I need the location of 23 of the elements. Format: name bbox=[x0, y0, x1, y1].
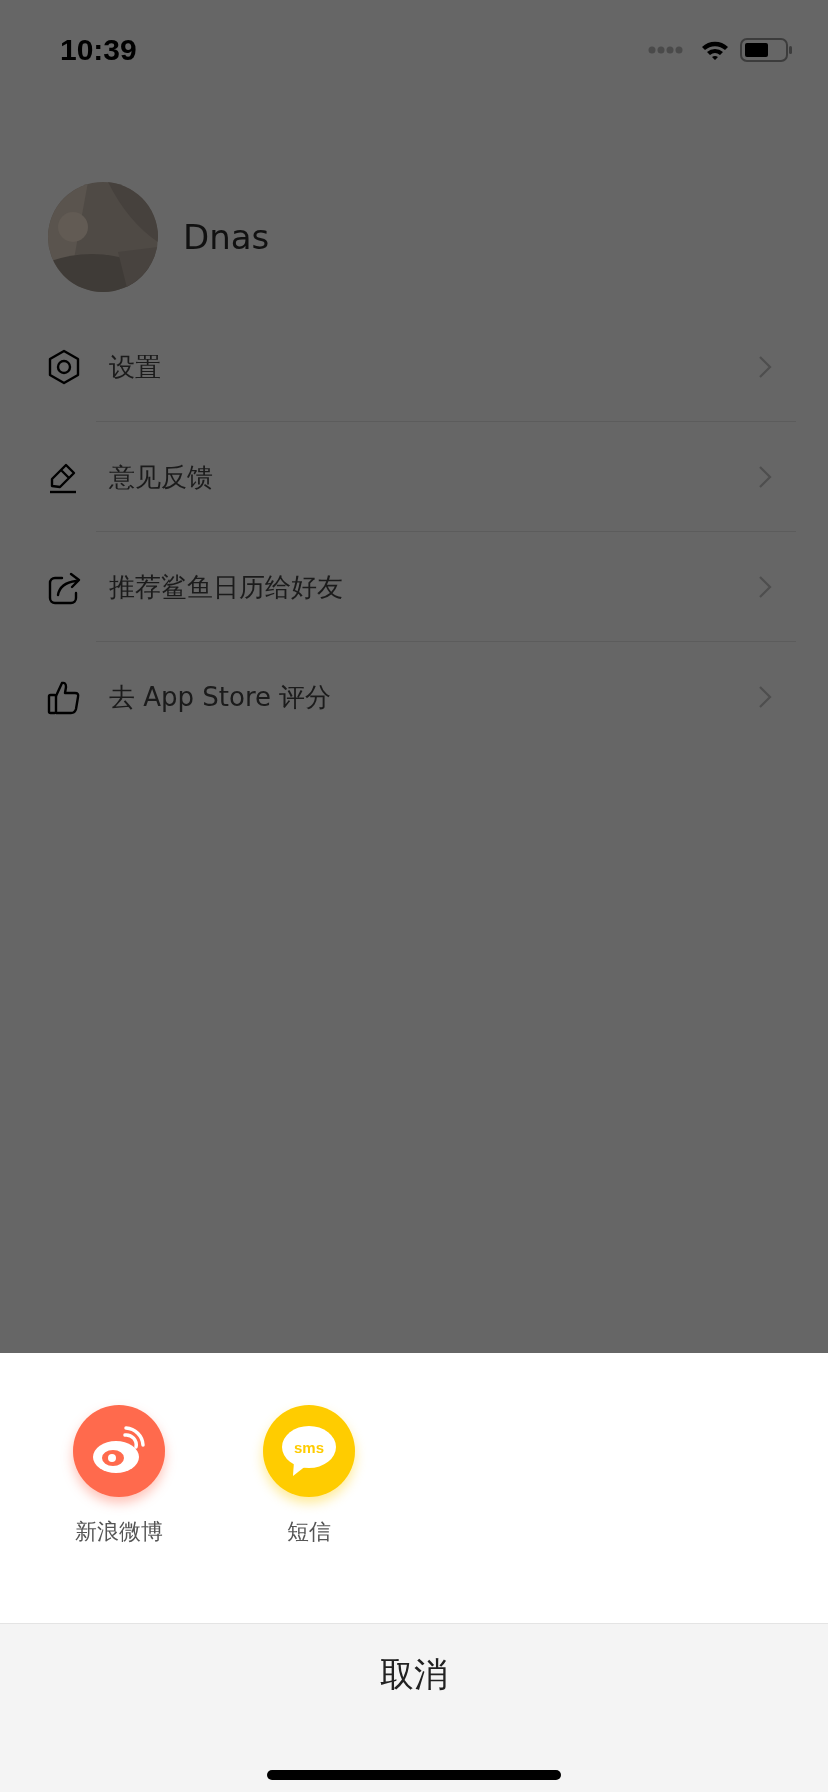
target-label: 新浪微博 bbox=[75, 1518, 163, 1546]
thumbs-up-icon bbox=[46, 679, 82, 715]
settings-icon bbox=[46, 349, 82, 385]
eye-swirl-icon bbox=[93, 1426, 145, 1473]
menu-item[interactable]: 去 App Store 评分 bbox=[46, 642, 796, 752]
chevron-icon bbox=[758, 465, 772, 489]
target-label: 短信 bbox=[287, 1518, 331, 1546]
user-name: Dnas bbox=[183, 217, 270, 257]
menu-item[interactable]: 推荐鲨鱼日历给好友 bbox=[46, 532, 796, 642]
share-target[interactable]: sms 短信 bbox=[214, 1405, 404, 1547]
chevron-icon bbox=[758, 355, 772, 379]
share-target[interactable]: 新浪微博 bbox=[24, 1405, 214, 1547]
chevron-icon bbox=[758, 575, 772, 599]
chevron-icon bbox=[758, 685, 772, 709]
menu-item[interactable]: 意见反馈 bbox=[46, 422, 796, 532]
menu-item[interactable]: 设置 bbox=[46, 312, 796, 422]
signal-icon bbox=[648, 46, 684, 54]
speech-bubble-icon bbox=[282, 1426, 336, 1476]
icon-label: sms bbox=[294, 1439, 324, 1456]
status-time: 10:39 bbox=[60, 33, 137, 67]
wifi-icon bbox=[700, 39, 730, 61]
battery-icon bbox=[740, 38, 792, 62]
cancel-button[interactable]: 取消 bbox=[360, 1644, 468, 1706]
